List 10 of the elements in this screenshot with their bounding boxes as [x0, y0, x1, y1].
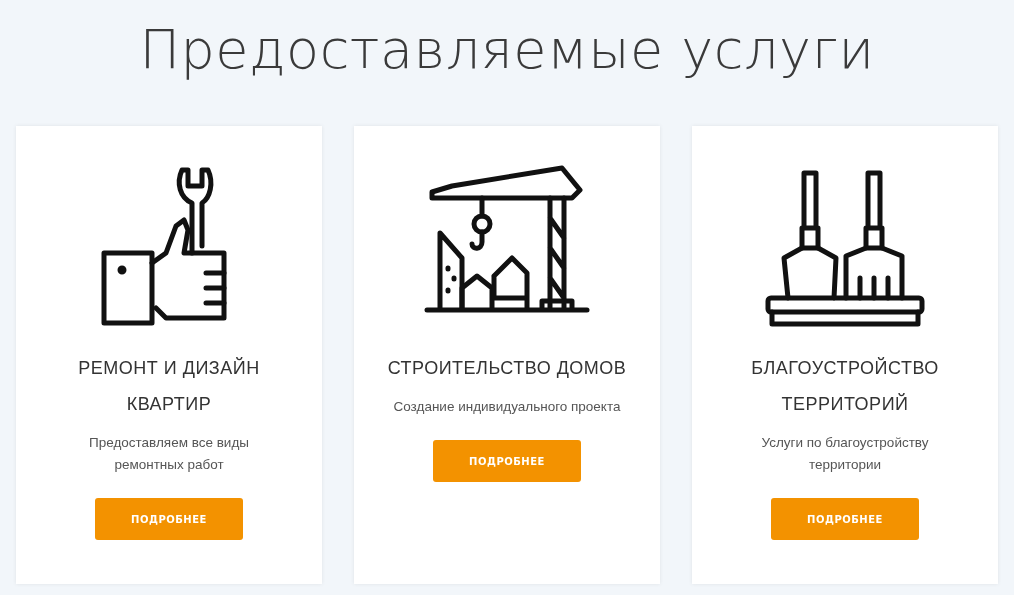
- service-title: СТРОИТЕЛЬСТВО ДОМОВ: [387, 357, 627, 380]
- section-title: Предоставляемые услуги: [139, 17, 875, 83]
- details-button[interactable]: ПОДРОБНЕЕ: [433, 440, 581, 482]
- service-title: РЕМОНТ И ДИЗАЙН КВАРТИР: [77, 356, 261, 416]
- service-description: Предоставляем все виды ремонтных работ: [88, 434, 250, 474]
- service-description: Услуги по благоустройству территории: [760, 434, 930, 474]
- service-title: БЛАГОУСТРОЙСТВО ТЕРРИТОРИЙ: [750, 356, 940, 416]
- details-button[interactable]: ПОДРОБНЕЕ: [771, 498, 919, 540]
- details-button[interactable]: ПОДРОБНЕЕ: [95, 498, 243, 540]
- service-description: Создание индивидуального проекта: [392, 398, 622, 416]
